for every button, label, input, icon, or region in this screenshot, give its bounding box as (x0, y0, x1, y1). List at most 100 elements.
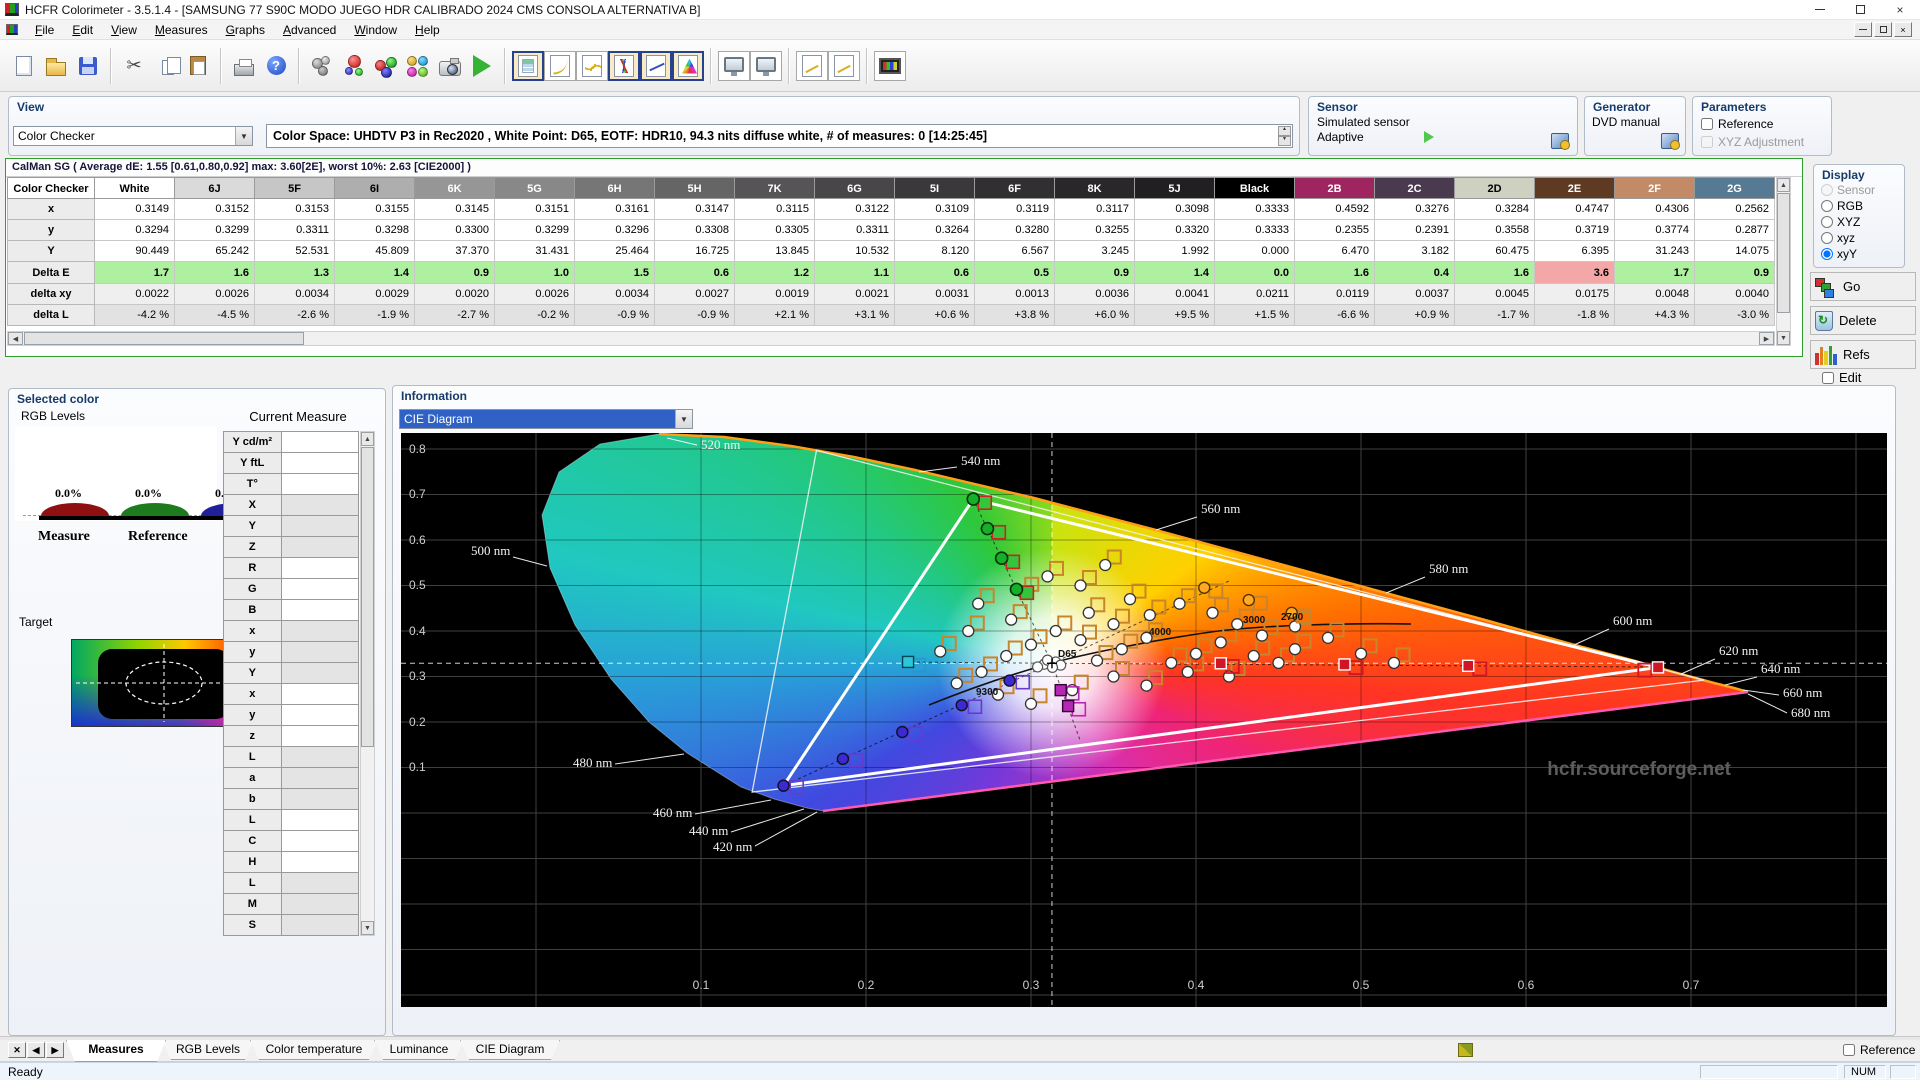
save-button[interactable] (72, 48, 104, 84)
menu-view[interactable]: View (102, 21, 146, 39)
mdi-minimize-button[interactable] (1854, 22, 1872, 37)
table-cell: 0.3774 (1615, 220, 1695, 241)
reference-checkbox[interactable] (1701, 118, 1713, 130)
column-header-2E[interactable]: 2E (1535, 177, 1615, 199)
column-header-6I[interactable]: 6I (335, 177, 415, 199)
capture-button[interactable] (434, 48, 466, 84)
new-document-button[interactable] (8, 48, 40, 84)
edit-checkbox-row[interactable]: Edit (1822, 370, 1861, 385)
column-header-2F[interactable]: 2F (1615, 177, 1695, 199)
generator-config-icon[interactable] (1661, 133, 1679, 149)
column-header-2B[interactable]: 2B (1295, 177, 1375, 199)
tab-rgb-levels[interactable]: RGB Levels (162, 1040, 254, 1060)
refs-button[interactable]: Refs (1810, 340, 1916, 369)
column-header-5J[interactable]: 5J (1135, 177, 1215, 199)
info-spinner[interactable]: ▲▼ (1278, 126, 1291, 146)
grayscale-measure-button[interactable] (402, 48, 434, 84)
column-header-2G[interactable]: 2G (1695, 177, 1775, 199)
rgb-measure-button[interactable] (370, 48, 402, 84)
mdi-restore-button[interactable] (1874, 22, 1892, 37)
column-header-5G[interactable]: 5G (495, 177, 575, 199)
information-selector[interactable]: CIE Diagram ▼ (399, 409, 693, 429)
menu-file[interactable]: File (26, 21, 63, 39)
reference-checkbox-row[interactable]: Reference (1693, 115, 1831, 133)
column-header-6H[interactable]: 6H (575, 177, 655, 199)
table-cell: 0.0026 (495, 284, 575, 305)
view-chart-page2-button[interactable] (828, 51, 860, 81)
close-button[interactable]: × (1880, 0, 1920, 19)
help-button[interactable]: ? (260, 48, 292, 84)
restore-button[interactable] (1840, 0, 1880, 19)
column-header-5H[interactable]: 5H (655, 177, 735, 199)
go-icon (1815, 276, 1837, 298)
paste-button[interactable] (182, 48, 214, 84)
column-header-6F[interactable]: 6F (975, 177, 1055, 199)
tab-luminance[interactable]: Luminance (374, 1040, 464, 1060)
column-header-6G[interactable]: 6G (815, 177, 895, 199)
column-header-5I[interactable]: 5I (895, 177, 975, 199)
display-radio-xyY[interactable]: xyY (1814, 246, 1904, 262)
close-tab-button[interactable]: ✕ (8, 1042, 26, 1058)
tab-measures[interactable]: Measures (66, 1040, 166, 1062)
go-button[interactable]: Go (1810, 272, 1916, 301)
view-monitor1-button[interactable] (718, 51, 750, 81)
column-header-6J[interactable]: 6J (175, 177, 255, 199)
sensor-config-icon[interactable] (1551, 133, 1569, 149)
display-radio-RGB[interactable]: RGB (1814, 198, 1904, 214)
menu-graphs[interactable]: Graphs (217, 21, 274, 39)
view-selector[interactable]: Color Checker ▼ (13, 126, 253, 146)
column-header-5F[interactable]: 5F (255, 177, 335, 199)
column-header-Black[interactable]: Black (1215, 177, 1295, 199)
view-nearblack-button[interactable] (576, 51, 608, 81)
menu-measures[interactable]: Measures (146, 21, 217, 39)
menu-help[interactable]: Help (406, 21, 449, 39)
column-header-6K[interactable]: 6K (415, 177, 495, 199)
view-rgb-levels-button[interactable] (608, 51, 640, 81)
tab-color-temperature[interactable]: Color temperature (250, 1040, 378, 1060)
view-gamma-button[interactable] (544, 51, 576, 81)
view-cie-button[interactable] (672, 51, 704, 81)
measure-row-label: S (224, 915, 282, 936)
table-cell: 0.3119 (975, 199, 1055, 220)
free-measure-button[interactable] (338, 48, 370, 84)
menu-window[interactable]: Window (345, 21, 406, 39)
chevron-down-icon[interactable]: ▼ (675, 410, 692, 428)
mdi-close-button[interactable]: × (1894, 22, 1912, 37)
column-header-8K[interactable]: 8K (1055, 177, 1135, 199)
menu-advanced[interactable]: Advanced (274, 21, 345, 39)
measure-row-value (282, 453, 359, 474)
horizontal-scrollbar[interactable]: ◀ ▶ (7, 331, 1775, 346)
column-header-7K[interactable]: 7K (735, 177, 815, 199)
view-panel-title: View (9, 97, 1299, 115)
table-cell: 0.5 (975, 262, 1055, 284)
tab-reference-checkbox[interactable] (1843, 1044, 1855, 1056)
menu-edit[interactable]: Edit (63, 21, 102, 39)
view-measures-table-button[interactable] (512, 51, 544, 81)
delete-button[interactable]: Delete (1810, 306, 1916, 335)
column-header-2C[interactable]: 2C (1375, 177, 1455, 199)
tab-cie-diagram[interactable]: CIE Diagram (460, 1040, 560, 1060)
column-header-2D[interactable]: 2D (1455, 177, 1535, 199)
tab-reference-row[interactable]: Reference (1843, 1043, 1915, 1057)
vertical-scrollbar[interactable]: ▲ ▼ (1776, 177, 1791, 346)
next-tab-button[interactable]: ▶ (46, 1042, 64, 1058)
open-file-button[interactable] (40, 48, 72, 84)
current-measure-scrollbar[interactable]: ▲ ▼ (360, 431, 375, 936)
chevron-down-icon[interactable]: ▼ (235, 127, 252, 145)
print-button[interactable] (228, 48, 260, 84)
view-monitor2-button[interactable] (750, 51, 782, 81)
view-chart-page1-button[interactable] (796, 51, 828, 81)
run-measures-button[interactable] (466, 48, 498, 84)
display-radio-XYZ[interactable]: XYZ (1814, 214, 1904, 230)
copy-button[interactable] (150, 48, 182, 84)
sensor-config-button[interactable] (306, 48, 338, 84)
minimize-button[interactable] (1800, 0, 1840, 19)
prev-tab-button[interactable]: ◀ (27, 1042, 45, 1058)
pattern-display-button[interactable] (874, 51, 906, 81)
edit-checkbox[interactable] (1822, 372, 1834, 384)
view-luminance-button[interactable] (640, 51, 672, 81)
cut-button[interactable]: ✂ (118, 48, 150, 84)
table-corner-header: Color Checker (7, 177, 95, 199)
display-radio-xyz[interactable]: xyz (1814, 230, 1904, 246)
column-header-White[interactable]: White (95, 177, 175, 199)
